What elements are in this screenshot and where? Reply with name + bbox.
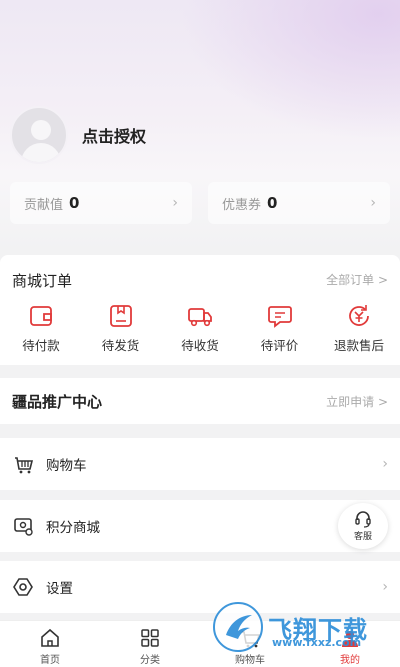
headset-icon: [355, 511, 371, 528]
chevron-right-icon: ›: [370, 195, 376, 211]
watermark-logo-icon: [213, 602, 263, 652]
contribution-value: 0: [69, 194, 80, 212]
cart-icon: [15, 457, 34, 474]
coupon-label: 优惠券: [222, 197, 262, 213]
menu-item-cart[interactable]: 购物车 ›: [0, 438, 400, 490]
watermark-url: www.fxxz.com: [272, 636, 362, 649]
apply-now-link[interactable]: 立即申请 >: [326, 393, 388, 410]
wallet-icon: [30, 306, 52, 326]
tab-category[interactable]: 分类: [100, 621, 200, 667]
order-label: 待付款: [22, 338, 60, 353]
tab-label: 首页: [40, 655, 60, 666]
coupon-card[interactable]: 优惠券 0 ›: [208, 182, 390, 224]
all-orders-link[interactable]: 全部订单 >: [326, 271, 388, 288]
profile-section[interactable]: 点击授权: [10, 106, 146, 164]
comment-icon: [267, 306, 292, 328]
order-pending-review[interactable]: 待评价: [245, 303, 315, 354]
tab-label: 分类: [140, 655, 160, 666]
contribution-card[interactable]: 贡献值 0 ›: [10, 182, 192, 224]
contribution-label: 贡献值: [24, 197, 64, 213]
order-pending-shipment[interactable]: 待发货: [86, 303, 156, 354]
customer-service-button[interactable]: 客服: [338, 503, 388, 549]
order-label: 待评价: [260, 338, 299, 353]
package-icon: [109, 305, 132, 327]
authorize-label[interactable]: 点击授权: [82, 123, 146, 147]
order-pending-payment[interactable]: 待付款: [6, 303, 76, 354]
chevron-right-icon: ›: [382, 579, 388, 595]
home-icon: [41, 628, 59, 647]
avatar[interactable]: [10, 106, 68, 164]
settings-icon: [13, 578, 33, 596]
menu-label: 设置: [46, 581, 73, 597]
menu-label: 购物车: [46, 458, 87, 474]
order-refund-aftersale[interactable]: 退款售后: [324, 303, 394, 354]
truck-icon: [188, 308, 212, 327]
category-icon: [141, 629, 159, 647]
refund-icon: [349, 305, 369, 326]
order-label: 待发货: [101, 338, 140, 353]
promo-title: 疆品推广中心: [12, 392, 103, 411]
points-icon: [14, 518, 33, 536]
chevron-right-icon: ›: [382, 456, 388, 472]
customer-service-label: 客服: [353, 532, 372, 542]
order-pending-receipt[interactable]: 待收货: [165, 303, 235, 354]
coupon-value: 0: [267, 194, 278, 212]
tab-home[interactable]: 首页: [0, 621, 100, 667]
menu-label: 积分商城: [46, 520, 100, 536]
order-label: 待收货: [181, 338, 219, 353]
watermark: 飞翔下载 www.fxxz.com: [212, 598, 400, 656]
orders-title: 商城订单: [12, 272, 73, 290]
chevron-right-icon: ›: [172, 195, 178, 211]
orders-section: 商城订单 全部订单 > 待付款 待发货 待收货 待评价 退款售后: [0, 255, 400, 365]
promo-center-row[interactable]: 疆品推广中心 立即申请 >: [0, 378, 400, 424]
order-label: 退款售后: [333, 338, 384, 353]
